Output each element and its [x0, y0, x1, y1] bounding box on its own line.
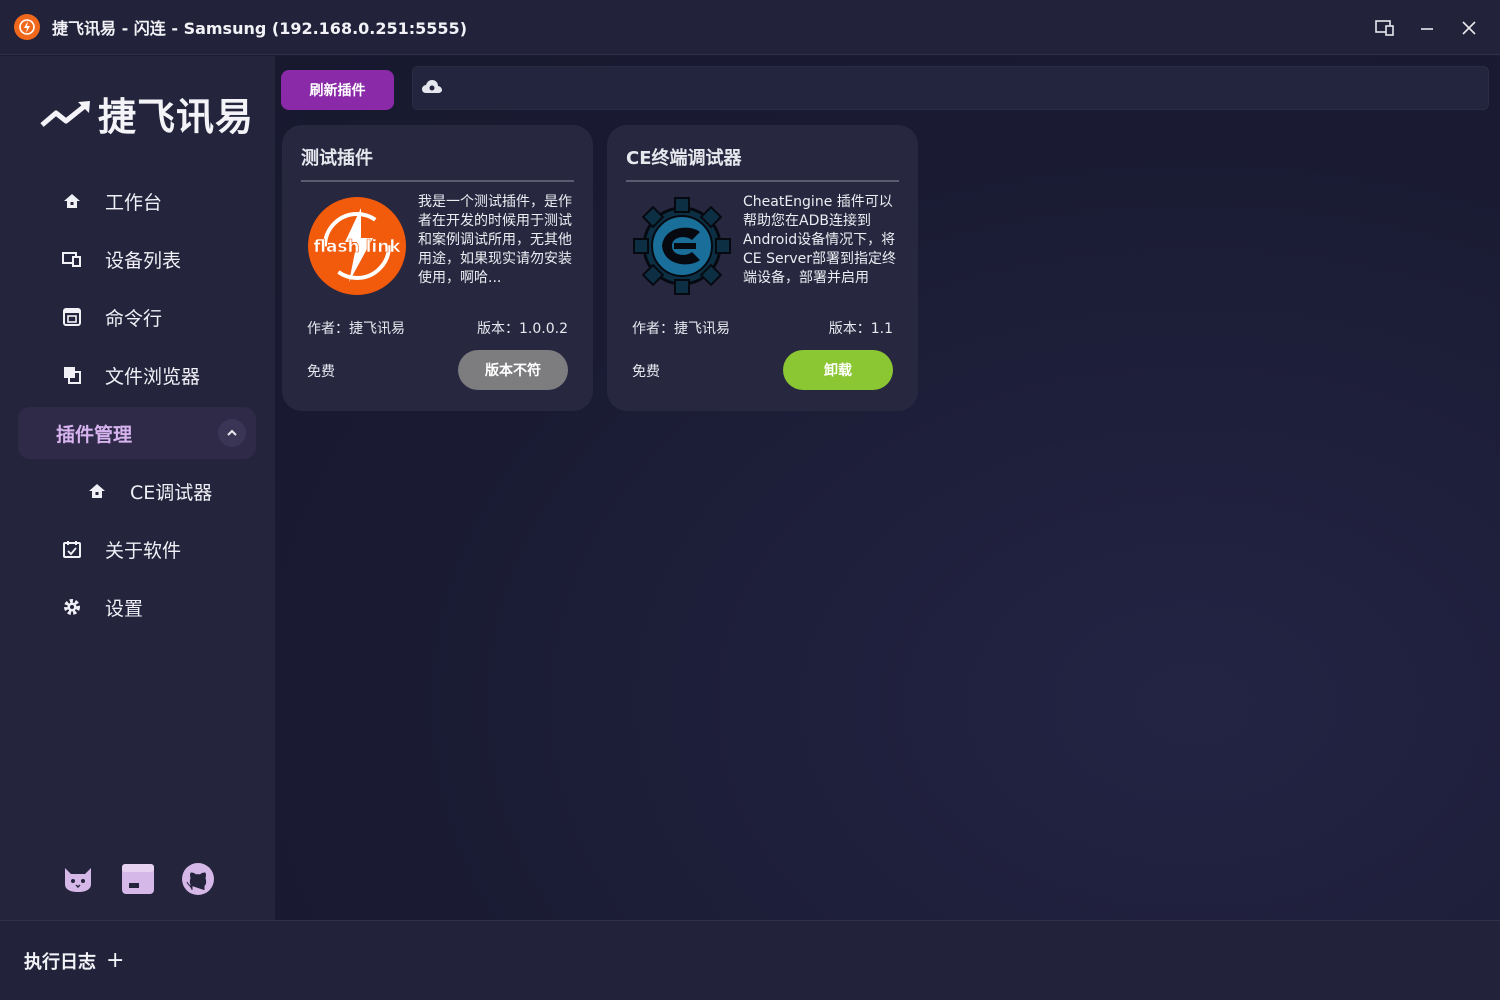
terminal-icon: [61, 306, 83, 328]
log-panel: 执行日志 +: [0, 920, 1500, 1000]
devices-icon: [61, 248, 83, 270]
cat-icon[interactable]: [60, 861, 96, 897]
sidebar-item-label: 命令行: [105, 307, 163, 330]
sidebar-item-label: 设备列表: [105, 249, 182, 272]
plugin-version: 版本：1.0.0.2: [477, 321, 568, 337]
plugin-author: 作者：捷飞讯易: [307, 321, 405, 337]
home-icon: [86, 480, 108, 502]
window-controls: [1364, 0, 1500, 55]
sidebar-item-label: 设置: [105, 597, 144, 620]
title-bar: 捷飞讯易 - 闪连 - Samsung (192.168.0.251:5555): [0, 0, 1500, 55]
plugin-logo-text: flash link: [313, 237, 401, 257]
cloud-icon[interactable]: [421, 78, 443, 100]
plugin-price: 免费: [632, 364, 660, 380]
window-title: 捷飞讯易 - 闪连 - Samsung (192.168.0.251:5555): [52, 19, 468, 38]
plugin-description: CheatEngine 插件可以帮助您在ADB连接到Android设备情况下，将…: [743, 194, 896, 286]
plugin-title: CE终端调试器: [626, 148, 742, 169]
logo-text: 捷飞讯易: [98, 95, 255, 139]
sidebar-item-files[interactable]: 文件浏览器: [18, 349, 256, 401]
main-content: 刷新插件 测试插件 flash link 我是一个测试插件，是作者在开发的时候用…: [275, 56, 1500, 920]
calendar-check-icon: [61, 538, 83, 560]
minimize-icon[interactable]: [1406, 8, 1448, 48]
sidebar-item-label: 工作台: [105, 191, 163, 214]
plugin-title: 测试插件: [301, 148, 373, 169]
plugin-version: 版本：1.1: [828, 321, 893, 337]
cheat-engine-icon: [627, 191, 737, 301]
sidebar-item-workbench[interactable]: 工作台: [18, 175, 256, 227]
plugin-price: 免费: [307, 364, 335, 380]
gear-icon: [61, 596, 83, 618]
sidebar-item-label: CE调试器: [130, 481, 213, 504]
expand-log-icon[interactable]: +: [106, 948, 124, 973]
github-icon[interactable]: [180, 861, 216, 897]
plugin-author: 作者：捷飞讯易: [632, 321, 730, 337]
brand-logo: 捷飞讯易: [40, 86, 254, 141]
sidebar-item-label: 文件浏览器: [105, 365, 201, 388]
storefront-icon[interactable]: [120, 861, 156, 897]
version-mismatch-button[interactable]: 版本不符: [458, 350, 568, 390]
plugin-description: 我是一个测试插件，是作者在开发的时候用于测试和案例调试所用，无其他用途，如果现实…: [418, 194, 572, 286]
sidebar-group-label: 插件管理: [56, 423, 133, 446]
sidebar: 捷飞讯易 工作台 设备列表 命令行 文件浏览器 插件管理 CE调试器 关于软件 …: [0, 56, 275, 920]
sidebar-group-plugins[interactable]: 插件管理: [18, 407, 256, 459]
close-icon[interactable]: [1448, 8, 1490, 48]
sidebar-item-label: 关于软件: [105, 539, 182, 562]
home-icon: [61, 190, 83, 212]
divider: [301, 180, 574, 182]
plugin-card: 测试插件 flash link 我是一个测试插件，是作者在开发的时候用于测试和案…: [282, 125, 593, 411]
plugin-logo: flash link: [302, 191, 412, 301]
refresh-plugins-button[interactable]: 刷新插件: [281, 70, 394, 110]
app-logo-icon: [14, 14, 40, 40]
chevron-up-icon[interactable]: [218, 419, 246, 447]
sidebar-item-about[interactable]: 关于软件: [18, 523, 256, 575]
sidebar-item-devices[interactable]: 设备列表: [18, 233, 256, 285]
sidebar-item-settings[interactable]: 设置: [18, 581, 256, 633]
divider: [626, 180, 899, 182]
uninstall-button[interactable]: 卸载: [783, 350, 893, 390]
plugin-card: CE终端调试器 CheatEngine 插件可以帮助您在ADB连接到Androi…: [607, 125, 918, 411]
trend-icon: [40, 100, 90, 127]
sidebar-item-ce-debugger[interactable]: CE调试器: [18, 465, 256, 517]
files-icon: [61, 364, 83, 386]
restore-icon[interactable]: [1364, 8, 1406, 48]
log-label: 执行日志: [24, 951, 96, 973]
sidebar-item-terminal[interactable]: 命令行: [18, 291, 256, 343]
toolbar-bar: [412, 66, 1489, 110]
